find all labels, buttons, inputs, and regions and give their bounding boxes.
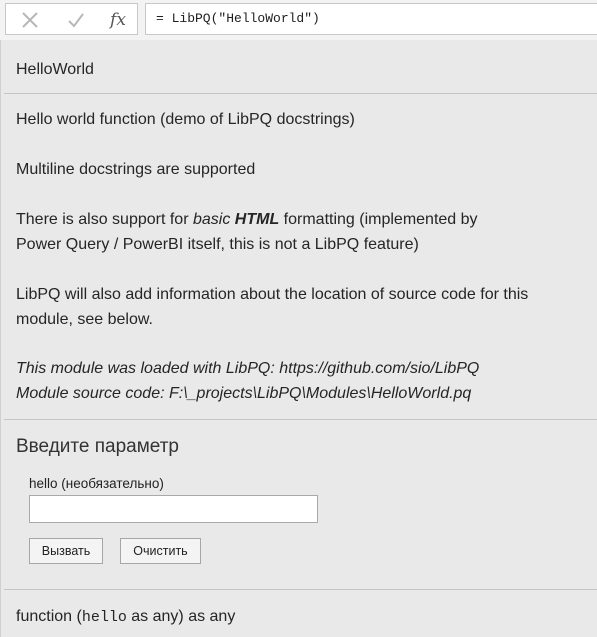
clear-button[interactable]: Очистить [120,538,201,564]
formula-bar: fx = LibPQ("HelloWorld") [0,0,597,40]
source-note-line2: module, see below. [16,311,153,328]
html-note-line2: Power Query / PowerBI itself, this is no… [16,236,419,253]
function-info-panel: HelloWorld Hello world function (demo of… [0,40,597,637]
parameter-heading: Введите параметр [16,436,179,457]
x-icon[interactable] [18,9,42,31]
check-icon[interactable] [64,9,88,31]
parameter-input[interactable] [29,495,318,523]
parameter-label: hello (необязательно) [29,476,164,491]
invoke-button[interactable]: Вызвать [29,538,103,564]
description-text: Hello world function (demo of LibPQ docs… [16,111,355,128]
formula-tools: fx [5,3,138,35]
divider [4,589,597,590]
source-note-line1: LibPQ will also add information about th… [16,286,529,303]
function-name: HelloWorld [16,61,94,78]
loaded-with-note: This module was loaded with LibPQ: https… [16,360,480,377]
fx-icon[interactable]: fx [106,9,130,31]
divider [4,93,597,94]
html-note-line1: There is also support for basic HTML for… [16,211,478,228]
source-code-path: Module source code: F:\_projects\LibPQ\M… [16,385,472,402]
multiline-note: Multiline docstrings are supported [16,161,256,178]
divider [4,419,597,420]
function-signature: function (hello as any) as any [16,608,236,626]
formula-input[interactable]: = LibPQ("HelloWorld") [145,3,597,35]
